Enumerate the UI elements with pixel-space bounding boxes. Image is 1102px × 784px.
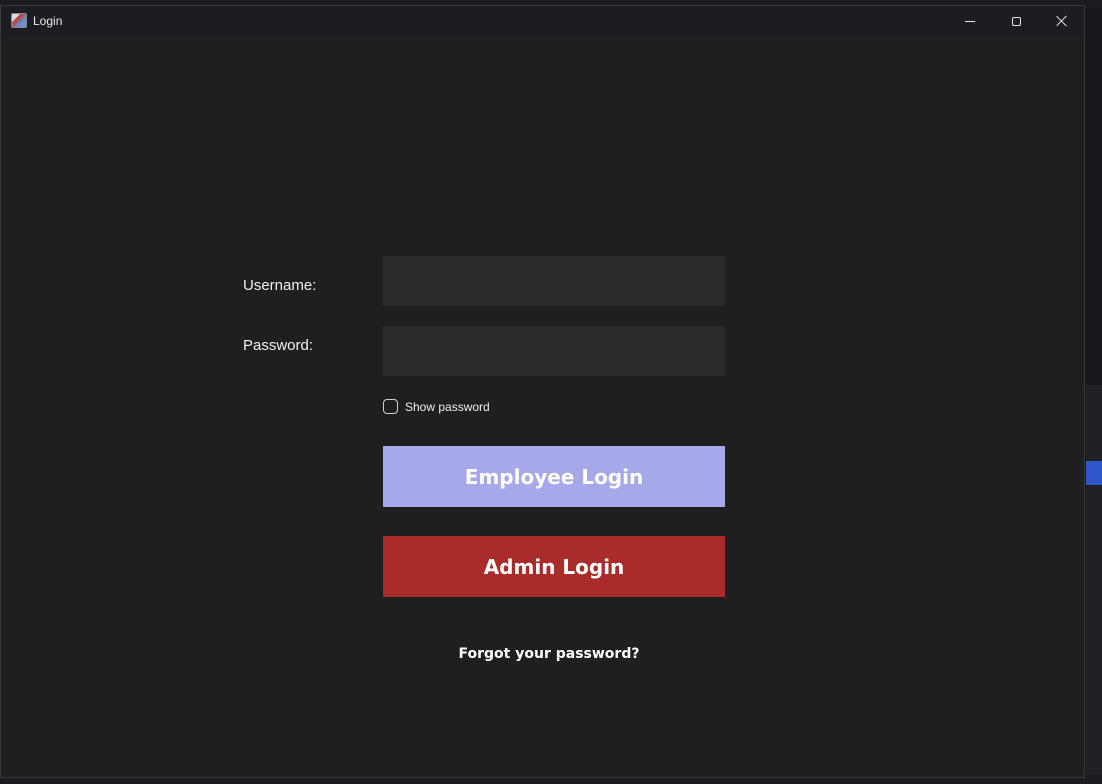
admin-login-button[interactable]: Admin Login	[383, 536, 725, 597]
window-title: Login	[33, 14, 63, 28]
background-selected-row	[1086, 461, 1102, 485]
title-bar[interactable]: Login	[1, 6, 1084, 36]
login-window: Login Username: Password: Show password …	[0, 5, 1085, 778]
employee-login-button[interactable]: Employee Login	[383, 446, 725, 507]
maximize-icon	[1011, 16, 1021, 26]
show-password-label: Show password	[405, 399, 490, 414]
minimize-button[interactable]	[947, 6, 993, 36]
forgot-password-link[interactable]: Forgot your password?	[383, 646, 715, 662]
show-password-checkbox[interactable]	[383, 399, 398, 414]
password-field[interactable]	[383, 326, 725, 376]
maximize-button[interactable]	[993, 6, 1039, 36]
minimize-icon	[965, 20, 975, 22]
password-label: Password:	[243, 337, 314, 354]
background-side-panel	[1086, 385, 1102, 780]
username-label: Username:	[243, 277, 317, 294]
username-field[interactable]	[383, 256, 725, 306]
close-button[interactable]	[1039, 6, 1085, 36]
java-app-icon	[11, 13, 27, 28]
show-password-toggle[interactable]: Show password	[383, 399, 490, 414]
close-icon	[1056, 15, 1068, 27]
